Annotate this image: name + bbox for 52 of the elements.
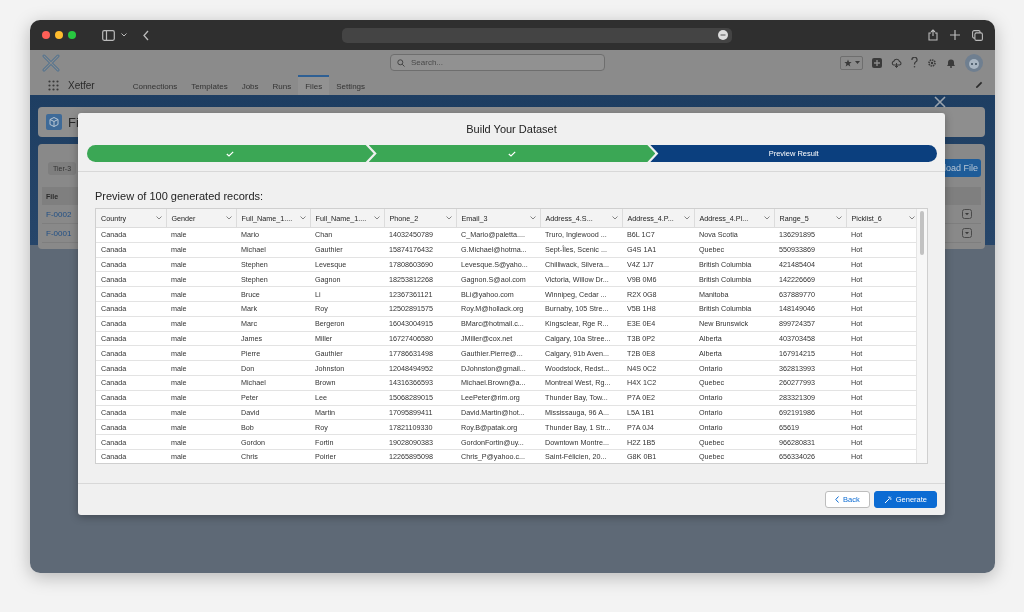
- chevron-down-icon: [155, 216, 162, 220]
- page-title: Fi: [68, 114, 79, 130]
- preview-heading: Preview of 100 generated records:: [95, 190, 265, 202]
- dialog-title: Build Your Dataset: [466, 123, 557, 135]
- bell-icon[interactable]: [946, 57, 956, 68]
- cloud-icon[interactable]: [891, 57, 902, 68]
- plus-icon[interactable]: [950, 30, 960, 40]
- scrollbar-thumb[interactable]: [920, 211, 924, 255]
- row-menu-icon[interactable]: [962, 209, 972, 219]
- search-field[interactable]: Search...: [390, 54, 605, 71]
- chevron-down-icon: [299, 216, 306, 220]
- nav-tab[interactable]: Jobs: [234, 75, 266, 95]
- nav-tab[interactable]: Settings: [329, 75, 373, 95]
- chevron-down-icon: [373, 216, 380, 220]
- check-icon: [508, 150, 516, 157]
- share-icon[interactable]: [928, 29, 938, 41]
- nav-tab[interactable]: Connections: [125, 75, 185, 95]
- close-window-icon[interactable]: [42, 31, 50, 39]
- chevron-down-icon: [908, 216, 915, 220]
- cube-icon: [46, 114, 62, 130]
- search-icon: [397, 58, 405, 67]
- chevron-left-icon: [835, 496, 840, 503]
- avatar-icon[interactable]: [965, 53, 983, 72]
- chevron-down-icon: [611, 216, 618, 220]
- tabs-icon[interactable]: [972, 29, 983, 41]
- chevron-down-icon: [445, 216, 452, 220]
- zoom-window-icon[interactable]: [68, 31, 76, 39]
- chevron-down-icon[interactable]: [121, 33, 127, 37]
- chevron-down-icon: [763, 216, 770, 220]
- chevron-down-icon: [835, 216, 842, 220]
- pencil-icon[interactable]: [975, 81, 983, 89]
- nav-tab[interactable]: Files: [298, 75, 330, 95]
- app-name: Xetfer: [68, 79, 95, 91]
- chevron-down-icon: [683, 216, 690, 220]
- chevron-down-icon: [225, 216, 232, 220]
- nav-tab[interactable]: Runs: [265, 75, 299, 95]
- caret-icon: [855, 61, 860, 64]
- more-icon[interactable]: [718, 30, 728, 40]
- chevron-down-icon: [529, 216, 536, 220]
- row-menu-icon[interactable]: [962, 228, 972, 238]
- help-icon[interactable]: [911, 57, 918, 68]
- star-icon: [844, 58, 852, 67]
- wand-icon: [883, 495, 892, 504]
- favorites-button[interactable]: [840, 55, 863, 70]
- app-launcher-icon[interactable]: [48, 79, 59, 91]
- sidebar-icon[interactable]: [102, 29, 115, 41]
- check-icon: [226, 150, 235, 157]
- nav-tab[interactable]: Templates: [184, 75, 235, 95]
- minimize-window-icon[interactable]: [55, 31, 63, 39]
- close-icon[interactable]: [934, 96, 946, 108]
- add-icon[interactable]: [872, 57, 882, 68]
- settings-icon[interactable]: [927, 57, 937, 68]
